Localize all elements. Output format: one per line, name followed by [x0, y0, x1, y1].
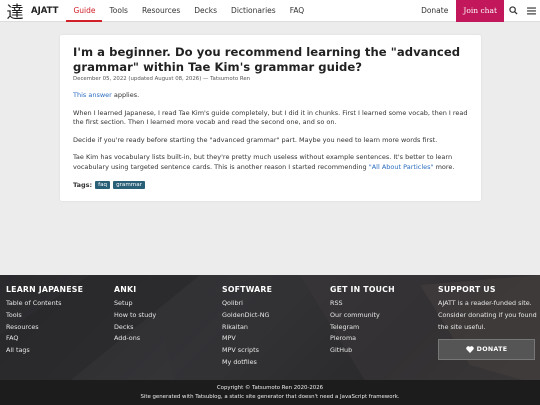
- footer-link-github[interactable]: GitHub: [330, 345, 438, 357]
- generator-text: Site generated with Tatsublog, a static …: [140, 393, 400, 400]
- footer-link-add-ons[interactable]: Add-ons: [114, 333, 222, 345]
- footer-link-resources[interactable]: Resources: [6, 322, 114, 334]
- tag-faq[interactable]: faq: [95, 180, 111, 189]
- nav-resources[interactable]: Resources: [135, 0, 187, 22]
- nav-decks[interactable]: Decks: [187, 0, 224, 22]
- footer-link-qolibri[interactable]: Qolibri: [222, 298, 330, 310]
- nav-guide[interactable]: Guide: [66, 0, 103, 22]
- footer-link-tools[interactable]: Tools: [6, 310, 114, 322]
- brand-name[interactable]: AJATT: [31, 6, 58, 16]
- search-icon[interactable]: [504, 0, 522, 22]
- site-logo[interactable]: 達: [1, 0, 29, 23]
- nav-tools[interactable]: Tools: [102, 0, 134, 22]
- footer-heading-support: SUPPORT US: [438, 285, 496, 294]
- footer-link-goldendict[interactable]: GoldenDict-NG: [222, 310, 330, 322]
- footer-col-touch: GET IN TOUCH RSS Our community Telegram …: [330, 285, 438, 369]
- nav-dictionaries[interactable]: Dictionaries: [224, 0, 283, 22]
- footer-link-toc[interactable]: Table of Contents: [6, 298, 114, 310]
- footer-link-community[interactable]: Our community: [330, 310, 438, 322]
- menu-icon[interactable]: [522, 0, 540, 22]
- footer-link-mpv-scripts[interactable]: MPV scripts: [222, 345, 330, 357]
- paragraph-4-end: more.: [433, 162, 455, 171]
- footer-col-support: SUPPORT US AJATT is a reader-funded site…: [438, 285, 540, 369]
- paragraph-2: When I learned Japanese, I read Tae Kim'…: [73, 108, 468, 127]
- footer-link-how-to-study[interactable]: How to study: [114, 310, 222, 322]
- article-title: I'm a beginner. Do you recommend learnin…: [73, 45, 461, 74]
- footer-columns: LEARN JAPANESE Table of Contents Tools R…: [6, 285, 540, 369]
- this-answer-link[interactable]: This answer: [73, 91, 112, 99]
- footer-col-learn: LEARN JAPANESE Table of Contents Tools R…: [6, 285, 114, 369]
- paragraph-3: Decide if you're ready before starting t…: [73, 135, 438, 144]
- article-meta: December 05, 2022 (updated August 08, 20…: [73, 76, 251, 82]
- footer-link-telegram[interactable]: Telegram: [330, 322, 438, 334]
- footer-link-decks[interactable]: Decks: [114, 322, 222, 334]
- donate-button-label: DONATE: [476, 346, 508, 354]
- footer-col-anki: ANKI Setup How to study Decks Add-ons: [114, 285, 222, 369]
- footer-bottom-bar: Copyright © Tatsumoto Ren 2020-2026 Site…: [0, 380, 540, 405]
- footer-heading-learn: LEARN JAPANESE: [6, 285, 84, 294]
- footer-link-rikaitan[interactable]: Rikaitan: [222, 322, 330, 334]
- article-card: I'm a beginner. Do you recommend learnin…: [60, 35, 481, 201]
- paragraph-1: This answer applies.: [73, 91, 468, 101]
- footer-link-mpv[interactable]: MPV: [222, 333, 330, 345]
- nav-faq[interactable]: FAQ: [283, 0, 312, 22]
- footer-link-all-tags[interactable]: All tags: [6, 345, 114, 357]
- footer-link-setup[interactable]: Setup: [114, 298, 222, 310]
- top-navbar: 達 AJATT Guide Tools Resources Decks Dict…: [0, 0, 540, 23]
- footer-col-software: SOFTWARE Qolibri GoldenDict-NG Rikaitan …: [222, 285, 330, 369]
- footer-donate-button[interactable]: DONATE: [438, 339, 535, 361]
- footer-heading-software: SOFTWARE: [222, 285, 273, 294]
- heart-icon: [465, 346, 474, 354]
- tags-row: Tags: faq grammar: [73, 180, 468, 189]
- footer-support-text: AJATT is a reader-funded site. Consider …: [438, 299, 537, 331]
- join-chat-button[interactable]: Join chat: [456, 0, 504, 22]
- tag-grammar[interactable]: grammar: [113, 180, 145, 189]
- paragraph-4: Tae Kim has vocabulary lists built-in, b…: [73, 153, 468, 172]
- footer-heading-anki: ANKI: [114, 285, 137, 294]
- paragraph-1-text: applies.: [111, 91, 140, 99]
- footer-link-pleroma[interactable]: Pleroma: [330, 333, 438, 345]
- footer-link-dotfiles[interactable]: My dotfiles: [222, 357, 330, 369]
- nav-donate-link[interactable]: Donate: [413, 6, 456, 15]
- footer-link-rss[interactable]: RSS: [330, 298, 438, 310]
- copyright-text: Copyright © Tatsumoto Ren 2020-2026: [216, 385, 324, 391]
- all-about-particles-link[interactable]: "All About Particles": [369, 163, 434, 171]
- footer-link-faq[interactable]: FAQ: [6, 333, 114, 345]
- footer-heading-touch: GET IN TOUCH: [330, 285, 395, 294]
- tags-label: Tags:: [73, 180, 93, 189]
